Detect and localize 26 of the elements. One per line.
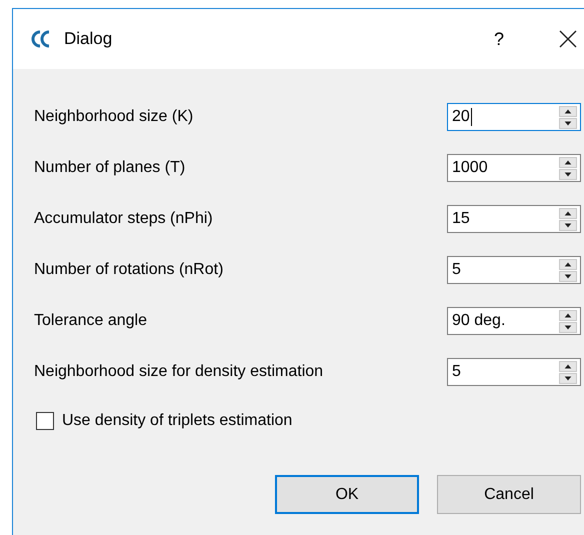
spin-box[interactable]: 5 [447, 358, 581, 386]
cancel-button[interactable]: Cancel [437, 475, 581, 514]
text-cursor [470, 108, 472, 126]
spin-value: 20 [451, 107, 473, 128]
field-label: Number of rotations (nRot) [34, 260, 224, 280]
spin-value: 90 deg. [451, 311, 506, 331]
spin-box[interactable]: 1000 [447, 154, 581, 182]
ok-button[interactable]: OK [275, 475, 419, 514]
window-title: Dialog [64, 28, 112, 50]
field-label: Neighborhood size for density estimation [34, 362, 324, 382]
field-label: Neighborhood size (K) [34, 107, 194, 127]
spin-value: 1000 [451, 158, 489, 178]
close-icon[interactable] [559, 30, 577, 48]
field-label: Accumulator steps (nPhi) [34, 209, 214, 229]
spin-value: 5 [451, 260, 462, 280]
spin-box[interactable]: 20 [447, 103, 581, 131]
spin-value: 15 [451, 209, 471, 229]
checkbox[interactable] [36, 412, 54, 430]
field-label: Number of planes (T) [34, 158, 186, 178]
help-button[interactable]: ? [489, 26, 509, 52]
checkbox-label: Use density of triplets estimation [62, 411, 292, 431]
spin-value: 5 [451, 362, 462, 382]
spin-box[interactable]: 90 deg. [447, 307, 581, 335]
spin-box[interactable]: 5 [447, 256, 581, 284]
field-label: Tolerance angle [34, 311, 148, 331]
spin-box[interactable]: 15 [447, 205, 581, 233]
